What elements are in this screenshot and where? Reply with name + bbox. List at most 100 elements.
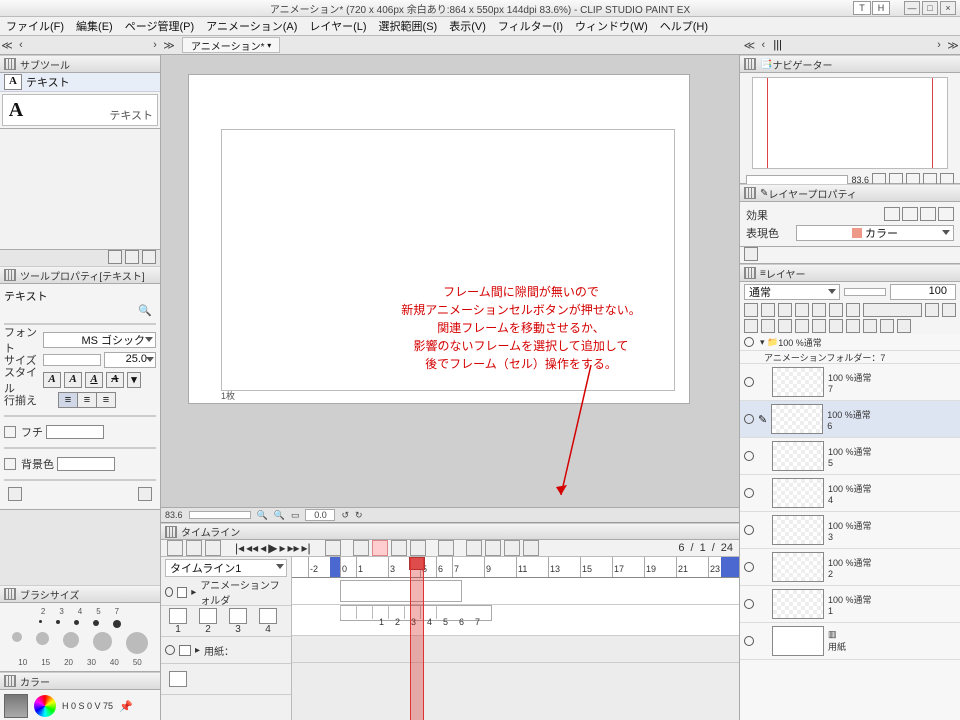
mode-t[interactable]: T bbox=[853, 1, 871, 15]
track-paper-cel[interactable] bbox=[161, 664, 291, 695]
track-anim-folder[interactable]: ▸アニメーションフォルダ bbox=[161, 579, 291, 606]
color-header[interactable]: カラー bbox=[0, 672, 160, 690]
playhead-knob[interactable] bbox=[409, 557, 425, 570]
eye-icon[interactable] bbox=[744, 525, 754, 535]
fuchi-color[interactable] bbox=[46, 425, 104, 439]
timeline-name-select[interactable]: タイムライン1 bbox=[165, 559, 287, 577]
track-paper[interactable]: ▸用紙： bbox=[161, 637, 291, 664]
document-tab[interactable]: アニメーション* ▾ bbox=[182, 37, 280, 53]
timeline-ruler[interactable]: -20135679111315171921232527 bbox=[292, 557, 739, 578]
layer-row[interactable]: 100 %通常1 bbox=[740, 586, 960, 623]
subtool-text-tool[interactable]: A テキスト bbox=[2, 94, 158, 126]
brush-preset[interactable] bbox=[74, 620, 79, 625]
navigator-header[interactable]: 📑 ナビゲーター bbox=[740, 55, 960, 73]
layer-row-paper[interactable]: ▥用紙 bbox=[740, 623, 960, 660]
maximize-button[interactable]: □ bbox=[922, 1, 938, 15]
align-center[interactable]: ≡ bbox=[77, 393, 96, 407]
eye-icon[interactable] bbox=[165, 645, 175, 655]
cel-thumb[interactable] bbox=[199, 608, 217, 624]
style-more[interactable]: ▾ bbox=[127, 372, 141, 388]
track-row-cels[interactable]: 1234567 bbox=[292, 605, 739, 636]
menu-file[interactable]: ファイル(F) bbox=[6, 18, 64, 34]
layer-row[interactable]: 100 %通常5 bbox=[740, 438, 960, 475]
cel-b-icon[interactable] bbox=[410, 540, 426, 556]
play-icon[interactable]: ▶ bbox=[268, 541, 277, 555]
menu-filter[interactable]: フィルター(I) bbox=[498, 18, 563, 34]
lt-g-icon[interactable] bbox=[846, 303, 860, 317]
font-select[interactable]: MS ゴシック bbox=[43, 332, 156, 348]
nav-prev-icon[interactable]: ‹ bbox=[14, 39, 28, 51]
opacity-slider[interactable] bbox=[844, 288, 886, 296]
style-strike[interactable]: A bbox=[106, 372, 124, 388]
bg-toggle[interactable] bbox=[4, 458, 16, 470]
new-cel-icon[interactable] bbox=[353, 540, 369, 556]
timeline-grid[interactable]: -20135679111315171921232527 1234567 bbox=[292, 557, 739, 720]
clip-end-marker[interactable] bbox=[721, 557, 739, 577]
angle-input[interactable]: 0.0 bbox=[305, 509, 335, 521]
track-row[interactable] bbox=[292, 663, 739, 720]
track-cel-row[interactable]: 1 2 3 4 bbox=[161, 606, 291, 637]
lt-new-icon[interactable] bbox=[925, 303, 939, 317]
nav-fwd-icon[interactable]: ≫ bbox=[162, 39, 176, 52]
fx-color-icon[interactable] bbox=[938, 207, 954, 221]
rnav-next-icon[interactable]: › bbox=[932, 39, 946, 51]
zoom-slider[interactable] bbox=[189, 511, 251, 519]
tab-dropdown-icon[interactable]: ▾ bbox=[267, 41, 271, 50]
menu-anim[interactable]: アニメーション(A) bbox=[206, 18, 297, 34]
key-d-icon[interactable] bbox=[523, 540, 539, 556]
next-key-icon[interactable]: ▸▸ bbox=[287, 541, 299, 555]
subtool-header[interactable]: サブツール bbox=[0, 55, 160, 73]
eye-icon[interactable] bbox=[165, 587, 173, 597]
lt2-f-icon[interactable] bbox=[829, 319, 843, 333]
pin-icon[interactable]: 📌 bbox=[119, 700, 133, 713]
menu-window[interactable]: ウィンドウ(W) bbox=[575, 18, 648, 34]
layerprop-preset-icon[interactable] bbox=[744, 247, 758, 261]
style-italic[interactable]: A bbox=[64, 372, 82, 388]
size-input[interactable]: 25.0 bbox=[104, 352, 156, 368]
menu-layer[interactable]: レイヤー(L) bbox=[309, 18, 366, 34]
close-button[interactable]: × bbox=[940, 1, 956, 15]
lt2-j-icon[interactable] bbox=[897, 319, 911, 333]
rnav-prev-icon[interactable]: ‹ bbox=[756, 39, 770, 51]
layer-row[interactable]: ✎100 %通常6 bbox=[740, 401, 960, 438]
subtool-tab-text[interactable]: A テキスト bbox=[0, 73, 160, 92]
eye-icon[interactable] bbox=[744, 337, 754, 347]
subtool-trash-icon[interactable] bbox=[142, 250, 156, 264]
brush-header[interactable]: ブラシサイズ bbox=[0, 585, 160, 603]
timeline-header[interactable]: タイムライン bbox=[161, 523, 739, 540]
lt2-d-icon[interactable] bbox=[795, 319, 809, 333]
brush-preset[interactable] bbox=[93, 620, 99, 626]
brush-preset[interactable] bbox=[39, 620, 42, 623]
prev-frame-icon[interactable]: ◂ bbox=[260, 541, 266, 555]
fuchi-toggle[interactable] bbox=[4, 426, 16, 438]
eye-icon[interactable] bbox=[744, 562, 754, 572]
cel-thumb[interactable] bbox=[229, 608, 247, 624]
menu-select[interactable]: 選択範囲(S) bbox=[379, 18, 438, 34]
eye-icon[interactable] bbox=[744, 451, 754, 461]
subtool-new-icon[interactable] bbox=[125, 250, 139, 264]
lt-f-icon[interactable] bbox=[829, 303, 843, 317]
mode-h[interactable]: H bbox=[872, 1, 890, 15]
track-row[interactable] bbox=[292, 636, 739, 663]
align-right[interactable]: ≡ bbox=[96, 393, 115, 407]
key-c-icon[interactable] bbox=[504, 540, 520, 556]
eye-icon[interactable] bbox=[744, 488, 754, 498]
layer-row[interactable]: 100 %通常2 bbox=[740, 549, 960, 586]
tl-list-icon[interactable] bbox=[186, 540, 202, 556]
lt-a-icon[interactable] bbox=[744, 303, 758, 317]
clip-span[interactable] bbox=[340, 580, 462, 602]
align-left[interactable]: ≡ bbox=[59, 393, 77, 407]
lt-trash-icon[interactable] bbox=[942, 303, 956, 317]
lt-d-icon[interactable] bbox=[795, 303, 809, 317]
layers-header[interactable]: ≡ レイヤー bbox=[740, 264, 960, 282]
eye-icon[interactable] bbox=[744, 636, 754, 646]
expr-color-select[interactable]: カラー bbox=[796, 225, 954, 241]
style-bold[interactable]: A bbox=[43, 372, 61, 388]
brush-preset[interactable] bbox=[12, 632, 22, 642]
cel-thumb[interactable] bbox=[259, 608, 277, 624]
zoom-out-icon[interactable]: 🔍 bbox=[257, 510, 268, 521]
lt-b-icon[interactable] bbox=[761, 303, 775, 317]
toolprop-header[interactable]: ツールプロパティ[テキスト] bbox=[0, 266, 160, 284]
brush-preset[interactable] bbox=[56, 620, 60, 624]
subtool-opt-icon[interactable] bbox=[108, 250, 122, 264]
